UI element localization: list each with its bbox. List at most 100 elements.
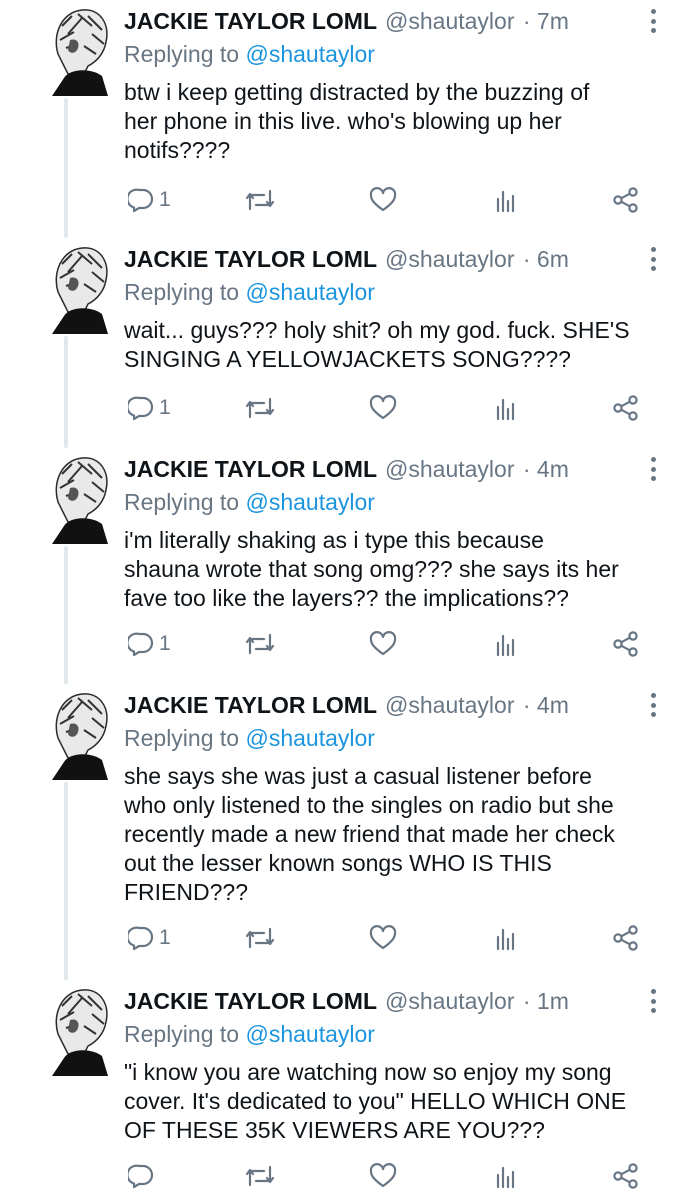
share-icon — [612, 394, 640, 422]
replying-to-mention[interactable]: @shautaylor — [245, 41, 374, 67]
tweet-header: JACKIE TAYLOR LOML @shautaylor · 6m — [124, 242, 625, 276]
timestamp[interactable]: · 4m — [523, 456, 569, 482]
handle[interactable]: @shautaylor — [385, 8, 514, 34]
share-button[interactable] — [612, 390, 640, 426]
analytics-icon — [494, 187, 518, 213]
tweet-text: btw i keep getting distracted by the buz… — [124, 79, 590, 163]
retweet-button[interactable] — [244, 626, 276, 662]
tweet-header: JACKIE TAYLOR LOML @shautaylor · 1m — [124, 984, 625, 1018]
like-icon — [369, 925, 397, 951]
share-icon — [612, 1162, 640, 1190]
tweet-actions — [124, 1158, 654, 1194]
analytics-button[interactable] — [494, 920, 518, 956]
handle[interactable]: @shautaylor — [385, 988, 514, 1014]
replying-to: Replying to @shautaylor — [124, 722, 375, 754]
avatar[interactable] — [48, 984, 112, 1076]
tweet-header: JACKIE TAYLOR LOML @shautaylor · 7m — [124, 4, 625, 38]
display-name[interactable]: JACKIE TAYLOR LOML — [124, 988, 377, 1014]
replying-to-mention[interactable]: @shautaylor — [245, 489, 374, 515]
more-options-icon[interactable] — [643, 690, 663, 720]
retweet-icon — [244, 925, 276, 951]
handle[interactable]: @shautaylor — [385, 246, 514, 272]
tweet-text: "i know you are watching now so enjoy my… — [124, 1059, 627, 1143]
tweet-actions: 1 — [124, 390, 654, 426]
analytics-icon — [494, 1163, 518, 1189]
reply-icon — [128, 395, 154, 421]
replying-to-mention[interactable]: @shautaylor — [245, 725, 374, 751]
like-button[interactable] — [369, 182, 397, 218]
like-button[interactable] — [369, 920, 397, 956]
replying-to-label: Replying to — [124, 41, 240, 67]
analytics-button[interactable] — [494, 626, 518, 662]
tweet-text: she says she was just a casual listener … — [124, 763, 615, 905]
retweet-button[interactable] — [244, 182, 276, 218]
analytics-icon — [494, 631, 518, 657]
handle[interactable]: @shautaylor — [385, 456, 514, 482]
analytics-button[interactable] — [494, 182, 518, 218]
like-icon — [369, 631, 397, 657]
reply-icon — [128, 925, 154, 951]
replying-to: Replying to @shautaylor — [124, 276, 375, 308]
like-button[interactable] — [369, 626, 397, 662]
more-options-icon[interactable] — [643, 6, 663, 36]
reply-button[interactable] — [128, 1158, 159, 1194]
analytics-button[interactable] — [494, 390, 518, 426]
reply-button[interactable]: 1 — [128, 626, 171, 662]
replying-to-label: Replying to — [124, 1021, 240, 1047]
like-button[interactable] — [369, 1158, 397, 1194]
retweet-button[interactable] — [244, 1158, 276, 1194]
share-button[interactable] — [612, 626, 640, 662]
share-icon — [612, 924, 640, 952]
analytics-icon — [494, 925, 518, 951]
display-name[interactable]: JACKIE TAYLOR LOML — [124, 8, 377, 34]
display-name[interactable]: JACKIE TAYLOR LOML — [124, 246, 377, 272]
retweet-button[interactable] — [244, 390, 276, 426]
replying-to-mention[interactable]: @shautaylor — [245, 279, 374, 305]
timestamp[interactable]: · 7m — [523, 8, 569, 34]
like-icon — [369, 187, 397, 213]
tweet-actions: 1 — [124, 182, 654, 218]
like-icon — [369, 395, 397, 421]
reply-count: 1 — [159, 926, 171, 949]
timestamp[interactable]: · 6m — [523, 246, 569, 272]
timestamp[interactable]: · 4m — [523, 692, 569, 718]
tweet-actions: 1 — [124, 920, 654, 956]
timestamp[interactable]: · 1m — [523, 988, 569, 1014]
tweet[interactable]: JACKIE TAYLOR LOML @shautaylor · 6m Reply… — [0, 242, 685, 442]
replying-to-label: Replying to — [124, 489, 240, 515]
share-icon — [612, 630, 640, 658]
reply-count: 1 — [159, 632, 171, 655]
share-button[interactable] — [612, 182, 640, 218]
display-name[interactable]: JACKIE TAYLOR LOML — [124, 456, 377, 482]
avatar[interactable] — [48, 4, 112, 96]
replying-to-label: Replying to — [124, 725, 240, 751]
like-button[interactable] — [369, 390, 397, 426]
tweet-text: wait... guys??? holy shit? oh my god. fu… — [124, 317, 630, 372]
tweet-text: i'm literally shaking as i type this bec… — [124, 527, 619, 611]
more-options-icon[interactable] — [643, 244, 663, 274]
avatar[interactable] — [48, 452, 112, 544]
more-options-icon[interactable] — [643, 454, 663, 484]
replying-to-mention[interactable]: @shautaylor — [245, 1021, 374, 1047]
share-button[interactable] — [612, 1158, 640, 1194]
tweet[interactable]: JACKIE TAYLOR LOML @shautaylor · 4m Reply… — [0, 452, 685, 680]
handle[interactable]: @shautaylor — [385, 692, 514, 718]
more-options-icon[interactable] — [643, 986, 663, 1016]
tweet[interactable]: JACKIE TAYLOR LOML @shautaylor · 1m Reply… — [0, 984, 685, 1200]
retweet-icon — [244, 395, 276, 421]
retweet-button[interactable] — [244, 920, 276, 956]
avatar[interactable] — [48, 242, 112, 334]
reply-button[interactable]: 1 — [128, 182, 171, 218]
share-button[interactable] — [612, 920, 640, 956]
tweet[interactable]: JACKIE TAYLOR LOML @shautaylor · 4m Reply… — [0, 688, 685, 974]
avatar[interactable] — [48, 688, 112, 780]
analytics-button[interactable] — [494, 1158, 518, 1194]
reply-button[interactable]: 1 — [128, 390, 171, 426]
display-name[interactable]: JACKIE TAYLOR LOML — [124, 692, 377, 718]
tweet-actions: 1 — [124, 626, 654, 662]
like-icon — [369, 1163, 397, 1189]
reply-button[interactable]: 1 — [128, 920, 171, 956]
reply-icon — [128, 1163, 154, 1189]
tweet[interactable]: JACKIE TAYLOR LOML @shautaylor · 7m Reply… — [0, 4, 685, 234]
tweet-header: JACKIE TAYLOR LOML @shautaylor · 4m — [124, 452, 625, 486]
